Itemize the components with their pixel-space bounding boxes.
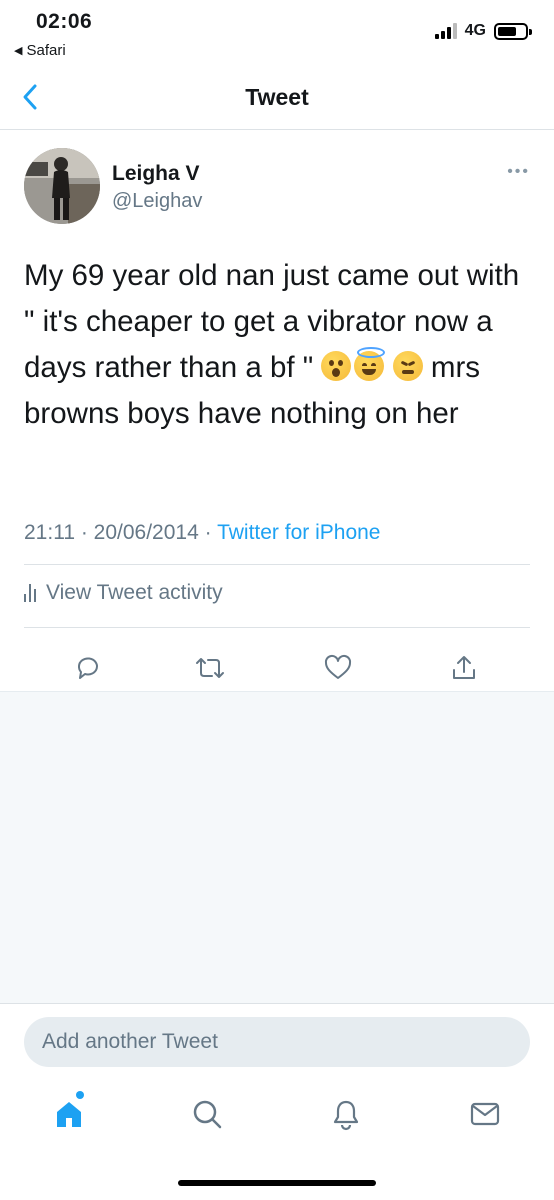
network-type: 4G <box>464 22 486 39</box>
meta-separator-2: · <box>198 521 218 544</box>
page-title: Tweet <box>245 84 309 110</box>
status-indicators: 4G <box>434 22 532 40</box>
tweet-date: 20/06/2014 <box>93 521 199 544</box>
signal-icon <box>434 23 457 39</box>
divider <box>24 627 530 628</box>
battery-icon <box>494 22 532 40</box>
search-icon[interactable] <box>190 1097 224 1131</box>
status-time: 02:06 <box>36 10 93 33</box>
tweet-actions <box>0 641 554 691</box>
add-another-tweet-input[interactable]: Add another Tweet <box>24 1017 530 1067</box>
divider <box>24 564 530 565</box>
smiling-face-with-halo-icon <box>354 347 386 381</box>
activity-label: View Tweet activity <box>46 581 223 604</box>
tweet-detail: Leigha V @Leighav ••• My 69 year old nan… <box>0 131 554 691</box>
notifications-icon[interactable] <box>329 1097 363 1131</box>
author-name[interactable]: Leigha V <box>112 162 200 186</box>
messages-icon[interactable] <box>468 1097 502 1131</box>
meta-separator: · <box>75 521 94 544</box>
navigation-bar: Tweet <box>0 70 554 130</box>
tweet-text: My 69 year old nan just came out with " … <box>24 253 530 437</box>
author-handle[interactable]: @Leighav <box>112 190 202 213</box>
tweet-meta: 21:11 · 20/06/2014 · Twitter for iPhone <box>24 521 380 545</box>
back-app-label: Safari <box>26 42 66 59</box>
tweet-source-link[interactable]: Twitter for iPhone <box>217 521 380 544</box>
reply-icon[interactable] <box>73 653 103 683</box>
empty-replies-area <box>0 691 554 1003</box>
heart-icon[interactable] <box>323 653 353 683</box>
retweet-icon[interactable] <box>193 653 224 683</box>
home-notification-dot <box>76 1091 84 1099</box>
home-icon[interactable] <box>52 1097 86 1131</box>
back-triangle-icon: ◀ <box>14 45 23 57</box>
compose-bar: Add another Tweet <box>0 1003 554 1079</box>
confounded-face-icon <box>392 351 423 381</box>
share-icon[interactable] <box>449 653 479 683</box>
home-indicator[interactable] <box>178 1180 376 1186</box>
view-tweet-activity-button[interactable]: View Tweet activity <box>24 581 223 605</box>
back-to-app-button[interactable]: ◀ Safari <box>14 42 66 59</box>
astonished-face-icon <box>321 351 352 381</box>
status-bar: 02:06 ◀ Safari 4G <box>0 0 554 70</box>
activity-chart-icon <box>24 584 36 602</box>
tweet-time: 21:11 <box>24 521 75 544</box>
more-horizontal-icon[interactable]: ••• <box>507 163 530 181</box>
avatar[interactable] <box>24 148 100 224</box>
